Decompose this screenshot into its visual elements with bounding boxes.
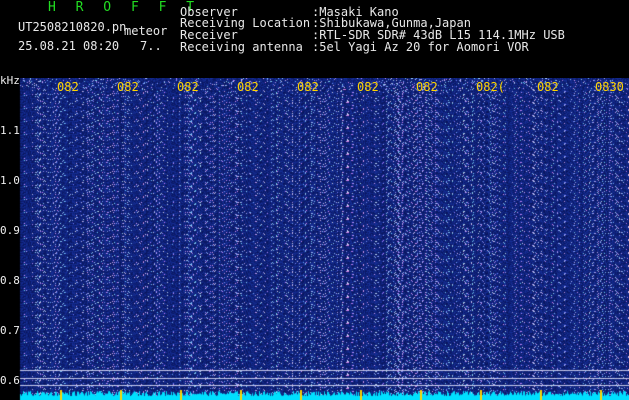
time-label: 082 (57, 80, 79, 94)
y-tick-0-6: 0.6 (0, 374, 20, 387)
spectrogram-area (0, 78, 629, 400)
time-label: 082 (177, 80, 199, 94)
antenna-label: Receiving antenna (180, 40, 303, 54)
time-label: 082 (117, 80, 139, 94)
time-label: 082( (476, 80, 505, 94)
time-label: 082 (237, 80, 259, 94)
y-tick-0-8: 0.8 (0, 274, 20, 287)
time-label: 082 (297, 80, 319, 94)
count-text: 7.. (140, 39, 162, 53)
y-tick-1-1: 1.1 (0, 124, 20, 137)
y-tick-1-0: 1.0 (0, 174, 20, 187)
y-tick-0-9: 0.9 (0, 224, 20, 237)
y-tick-0-7: 0.7 (0, 324, 20, 337)
header-panel: H R O F F T UT2508210820.pn meteor 25.08… (0, 0, 629, 78)
time-label: 082 (416, 80, 438, 94)
file-name: UT2508210820.pn (18, 20, 127, 34)
time-label: 082 (357, 80, 379, 94)
time-label: 0830 (595, 80, 624, 94)
time-label: 082 (537, 80, 559, 94)
file-suffix: meteor (124, 24, 168, 38)
antenna-value: :5el Yagi Az 20 for Aomori VOR (312, 40, 529, 54)
app-title: H R O F F T (48, 0, 201, 15)
y-axis-unit: kHz (0, 74, 20, 87)
date-time: 25.08.21 08:20 (18, 39, 120, 53)
spectrogram-canvas (0, 78, 629, 400)
